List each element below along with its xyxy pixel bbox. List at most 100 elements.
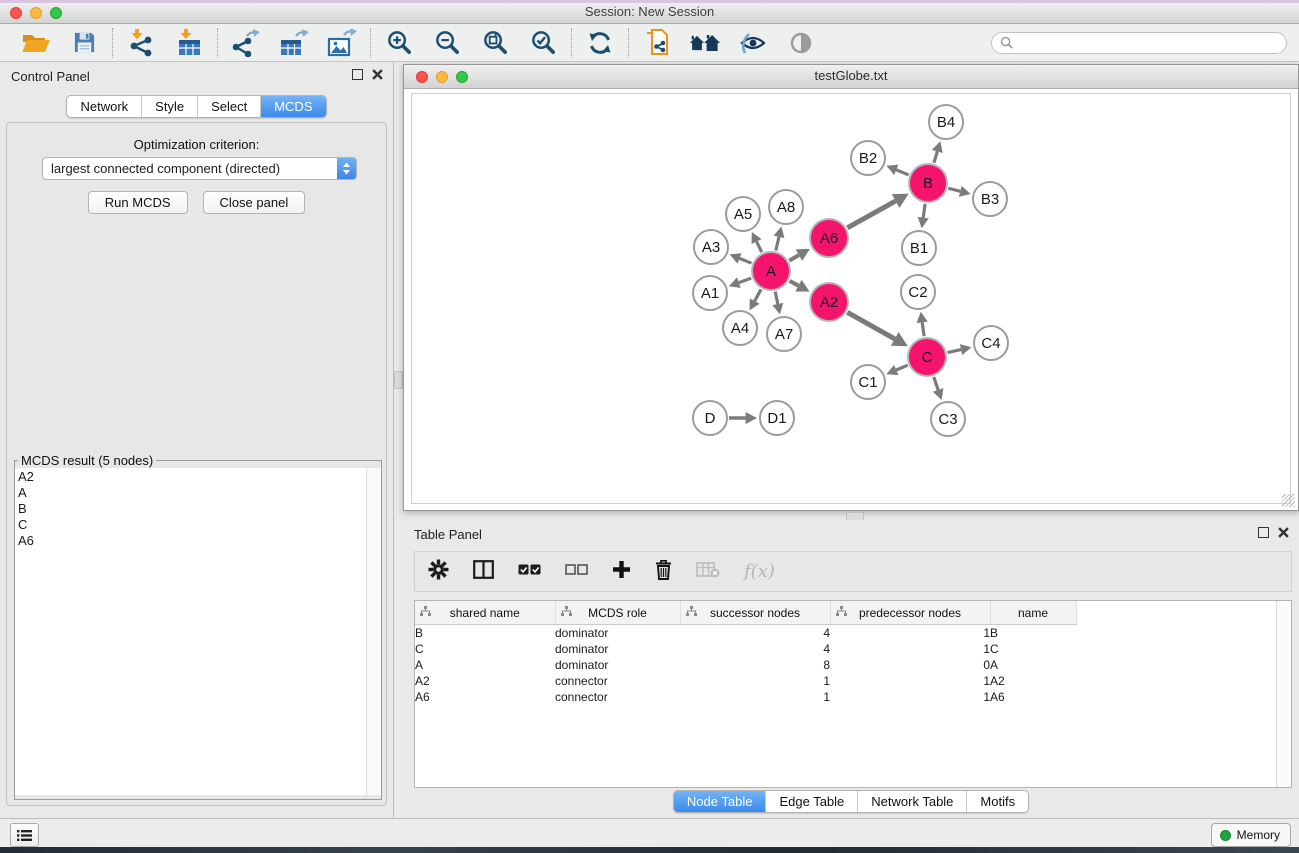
close-panel-icon[interactable] [372, 69, 383, 80]
show-all-networks-icon[interactable] [689, 27, 721, 59]
graph-node-A3[interactable]: A3 [694, 230, 728, 264]
mcds-result-item[interactable]: B [18, 501, 367, 517]
graph-edge-C-C2[interactable] [922, 322, 924, 336]
mcds-result-item[interactable]: A2 [18, 469, 367, 485]
graph-edge-A-A7[interactable] [775, 292, 778, 304]
table-row[interactable]: Bdominator41B [415, 625, 1090, 642]
delete-column-trash-icon[interactable] [655, 559, 672, 585]
create-column-plus-icon[interactable] [612, 560, 631, 584]
window-resize-grip[interactable] [1282, 494, 1295, 507]
refresh-layout-icon[interactable] [584, 27, 616, 59]
minimize-window-button[interactable] [30, 7, 42, 19]
table-cell[interactable]: C [415, 641, 555, 657]
tab-network[interactable]: Network [67, 96, 141, 117]
table-cell[interactable]: A [415, 657, 555, 673]
graph-node-A2[interactable]: A2 [810, 283, 848, 321]
hide-selected-icon[interactable] [737, 27, 769, 59]
network-minimize-button[interactable] [436, 71, 448, 83]
import-table-icon[interactable] [173, 27, 205, 59]
zoom-selected-icon[interactable] [527, 27, 559, 59]
table-cell[interactable]: A2 [415, 673, 555, 689]
save-session-icon[interactable] [68, 27, 100, 59]
mcds-result-scrollbar[interactable] [366, 468, 381, 795]
graph-edge-C-C1[interactable] [896, 365, 907, 370]
tab-mcds[interactable]: MCDS [260, 96, 325, 117]
mcds-result-item[interactable]: A [18, 485, 367, 501]
open-session-icon[interactable] [20, 27, 52, 59]
mcds-result-item[interactable]: C [18, 517, 367, 533]
column-header-successor-nodes[interactable]: successor nodes [680, 601, 830, 625]
zoom-out-icon[interactable] [431, 27, 463, 59]
table-cell[interactable]: 1 [830, 641, 990, 657]
column-header-name[interactable]: name [990, 601, 1076, 625]
table-cell[interactable]: dominator [555, 641, 680, 657]
float-table-panel-icon[interactable] [1258, 527, 1269, 538]
table-cell[interactable]: 0 [830, 657, 990, 673]
float-panel-icon[interactable] [352, 69, 363, 80]
graph-node-C3[interactable]: C3 [931, 402, 965, 436]
deselect-all-rows-icon[interactable] [565, 563, 588, 581]
graph-node-B2[interactable]: B2 [851, 141, 885, 175]
graph-edge-A-A4[interactable] [755, 289, 761, 301]
graph-edge-A-A6[interactable] [789, 255, 799, 261]
table-cell[interactable]: B [990, 625, 1076, 642]
zoom-in-icon[interactable] [383, 27, 415, 59]
table-cell[interactable]: 8 [680, 657, 830, 673]
graph-node-D[interactable]: D [693, 401, 727, 435]
graph-edge-B-B1[interactable] [923, 204, 925, 218]
table-cell[interactable]: connector [555, 689, 680, 705]
tab-node-table[interactable]: Node Table [674, 791, 766, 812]
zoom-fit-icon[interactable] [479, 27, 511, 59]
table-cell[interactable]: A [990, 657, 1076, 673]
graph-node-C1[interactable]: C1 [851, 365, 885, 399]
table-cell[interactable]: 1 [680, 673, 830, 689]
table-cell[interactable]: B [415, 625, 555, 642]
table-cell[interactable]: dominator [555, 625, 680, 642]
graph-edge-B-B2[interactable] [896, 170, 908, 175]
graph-edge-B-B4[interactable] [934, 151, 937, 162]
network-window-titlebar[interactable]: testGlobe.txt [404, 65, 1298, 89]
table-settings-gear-icon[interactable] [428, 559, 449, 585]
graph-node-B3[interactable]: B3 [973, 182, 1007, 216]
close-window-button[interactable] [10, 7, 22, 19]
table-cell[interactable]: 1 [830, 689, 990, 705]
export-network-icon[interactable] [230, 27, 262, 59]
table-cell[interactable]: 4 [680, 641, 830, 657]
panel-splitter-handle[interactable] [394, 371, 403, 389]
select-all-rows-icon[interactable] [518, 563, 541, 581]
search-input[interactable] [1018, 35, 1278, 51]
column-header-predecessor-nodes[interactable]: predecessor nodes [830, 601, 990, 625]
graph-edge-A-A8[interactable] [776, 237, 779, 251]
column-header-shared-name[interactable]: shared name [415, 601, 555, 625]
table-row[interactable]: A6connector11A6 [415, 689, 1090, 705]
ui-settings-list-button[interactable] [10, 823, 39, 847]
tab-style[interactable]: Style [141, 96, 197, 117]
zoom-window-button[interactable] [50, 7, 62, 19]
table-cell[interactable]: A6 [990, 689, 1076, 705]
graph-node-A5[interactable]: A5 [726, 197, 760, 231]
tab-select[interactable]: Select [197, 96, 260, 117]
graph-node-A7[interactable]: A7 [767, 317, 801, 351]
graph-node-C2[interactable]: C2 [901, 275, 935, 309]
graph-edge-C-C4[interactable] [948, 350, 962, 353]
tab-network-table[interactable]: Network Table [857, 791, 966, 812]
close-panel-button[interactable]: Close panel [203, 191, 306, 214]
graph-node-A[interactable]: A [752, 252, 790, 290]
graph-edge-A6-B[interactable] [847, 201, 895, 228]
table-cell[interactable]: 1 [830, 673, 990, 689]
table-cell[interactable]: A6 [415, 689, 555, 705]
table-cell[interactable]: C [990, 641, 1076, 657]
graph-edge-A-A2[interactable] [790, 281, 799, 286]
mcds-result-item[interactable]: A6 [18, 533, 367, 549]
graph-edge-A-A5[interactable] [757, 242, 762, 253]
table-row[interactable]: Adominator80A [415, 657, 1090, 673]
network-graph[interactable]: B4B2BB3A8A5A6A3B1AA1C2A2A4A7C4CC1C3DD1 [412, 94, 1290, 504]
table-cell[interactable]: connector [555, 673, 680, 689]
graph-node-A8[interactable]: A8 [769, 190, 803, 224]
graph-node-B1[interactable]: B1 [902, 231, 936, 265]
graph-edge-A-A3[interactable] [739, 258, 751, 263]
export-image-icon[interactable] [326, 27, 358, 59]
network-canvas[interactable]: B4B2BB3A8A5A6A3B1AA1C2A2A4A7C4CC1C3DD1 [404, 89, 1298, 510]
show-graphics-details-icon[interactable] [785, 27, 817, 59]
table-cell[interactable]: 4 [680, 625, 830, 642]
